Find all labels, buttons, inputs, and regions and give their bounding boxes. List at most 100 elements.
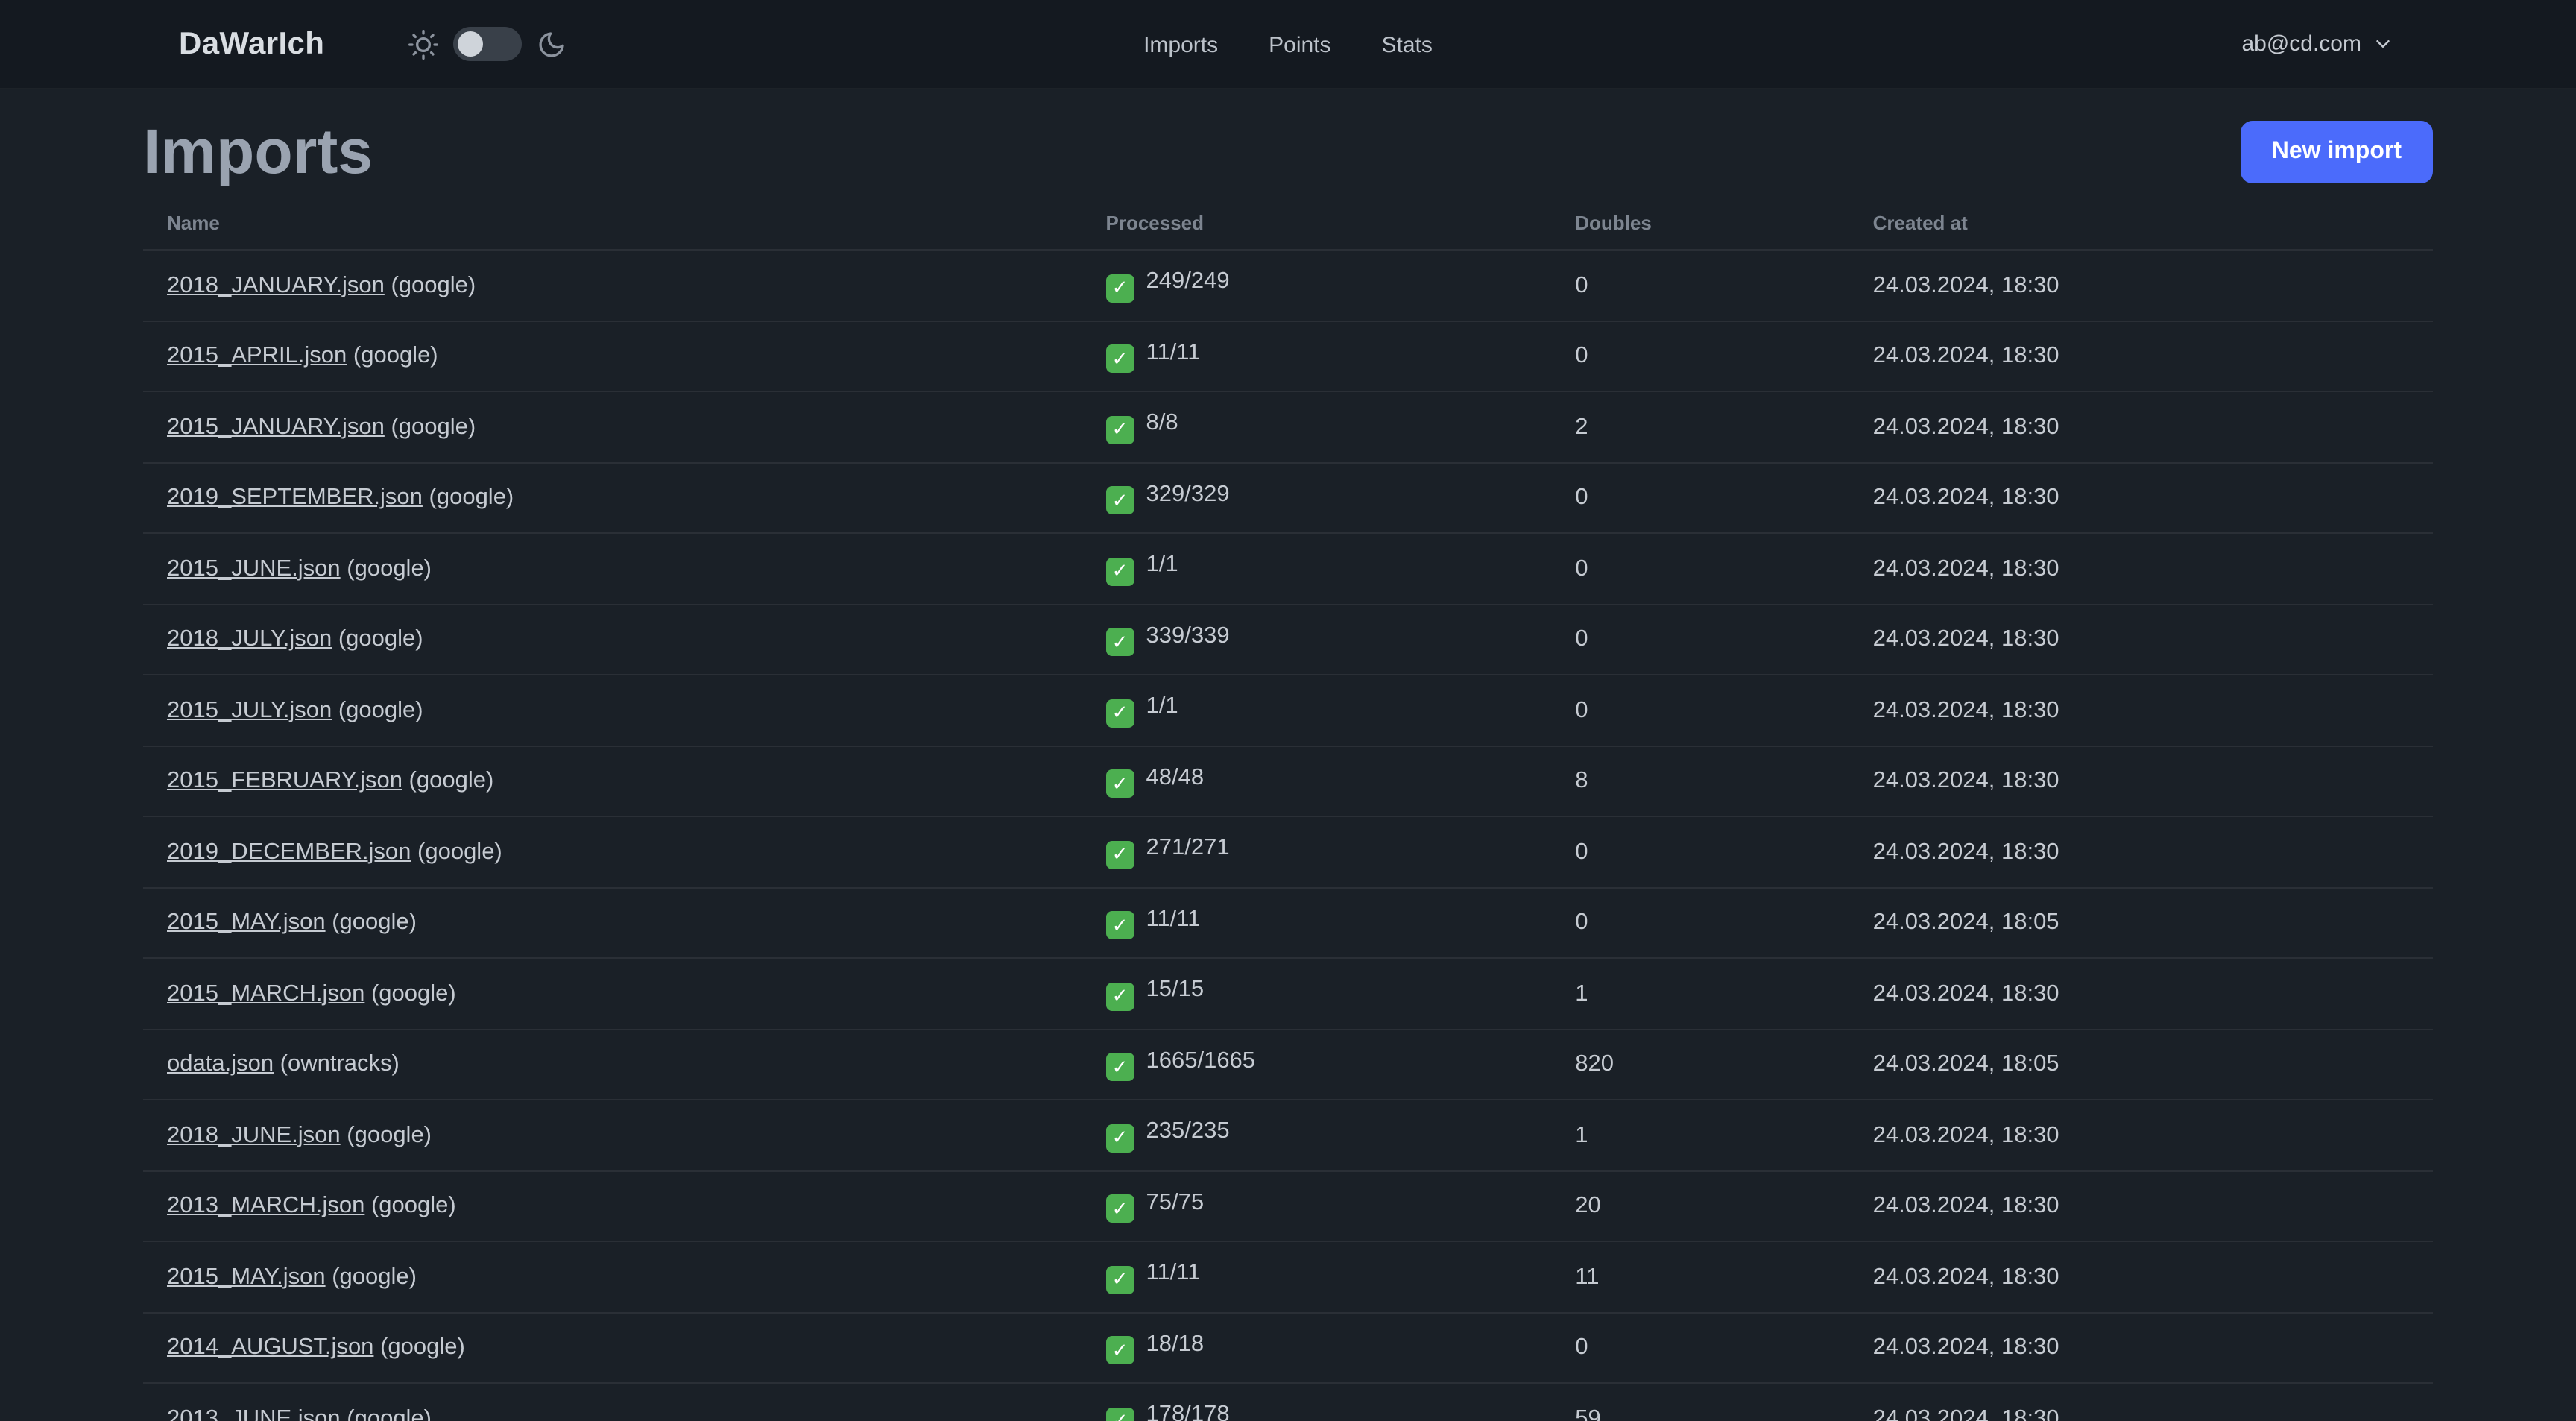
- doubles-count: 0: [1551, 462, 1849, 535]
- header-row: Name Processed Doubles Created at: [143, 194, 2433, 251]
- created-at: 24.03.2024, 18:30: [1849, 1312, 2433, 1384]
- success-check-icon: ✓: [1105, 1265, 1134, 1294]
- import-file-link[interactable]: 2013_MARCH.json: [167, 1193, 364, 1218]
- import-file-link[interactable]: 2015_MAY.json: [167, 1264, 326, 1289]
- processed-cell: ✓ 178/178: [1082, 1383, 1552, 1421]
- created-at: 24.03.2024, 18:30: [1849, 816, 2433, 889]
- navbar-right: ab@cd.com: [2238, 22, 2397, 66]
- import-file-link[interactable]: 2019_SEPTEMBER.json: [167, 485, 423, 510]
- name-cell: 2018_JUNE.json (google): [143, 1100, 1082, 1172]
- import-source: (google): [340, 1405, 432, 1421]
- imports-table-body: 2018_JANUARY.json (google) ✓ 249/249 0 24.03…: [143, 250, 2433, 1421]
- import-file-link[interactable]: 2013_JUNE.json: [167, 1405, 341, 1421]
- created-at: 24.03.2024, 18:30: [1849, 533, 2433, 605]
- table-row: 2018_JUNE.json (google) ✓ 235/235 1 24.03.20…: [143, 1100, 2433, 1172]
- nav-link-stats[interactable]: Stats: [1382, 32, 1433, 57]
- processed-count: 15/15: [1146, 977, 1205, 1003]
- processed-cell: ✓ 8/8: [1082, 391, 1552, 464]
- table-row: 2019_DECEMBER.json (google) ✓ 271/271 0 24.0…: [143, 816, 2433, 889]
- processed-count: 11/11: [1146, 339, 1201, 365]
- import-file-link[interactable]: 2018_JULY.json: [167, 626, 332, 652]
- import-source: (owntracks): [274, 1051, 400, 1077]
- table-row: 2018_JULY.json (google) ✓ 339/339 0 24.03.20…: [143, 604, 2433, 676]
- success-check-icon: ✓: [1105, 840, 1134, 869]
- import-file-link[interactable]: odata.json: [167, 1051, 274, 1077]
- success-check-icon: ✓: [1105, 274, 1134, 303]
- processed-cell: ✓ 1665/1665: [1082, 1029, 1552, 1101]
- theme-toggle-switch[interactable]: [452, 27, 522, 61]
- page-header: Imports New import: [143, 116, 2433, 189]
- import-file-link[interactable]: 2015_APRIL.json: [167, 343, 347, 368]
- moon-icon: [538, 31, 564, 57]
- theme-toggle[interactable]: [408, 27, 566, 61]
- user-menu[interactable]: ab@cd.com: [2238, 22, 2397, 66]
- processed-cell: ✓ 329/329: [1082, 462, 1552, 535]
- doubles-count: 0: [1551, 816, 1849, 889]
- chevron-down-icon: [2376, 40, 2390, 48]
- success-check-icon: ✓: [1105, 486, 1134, 515]
- import-file-link[interactable]: 2015_JANUARY.json: [167, 414, 385, 439]
- name-cell: 2015_MARCH.json (google): [143, 958, 1082, 1030]
- table-row: 2013_JUNE.json (google) ✓ 178/178 59 24.03.2…: [143, 1383, 2433, 1421]
- doubles-count: 59: [1551, 1383, 1849, 1421]
- table-row: 2015_JANUARY.json (google) ✓ 8/8 2 24.03.202…: [143, 391, 2433, 464]
- success-check-icon: ✓: [1105, 1407, 1134, 1421]
- app-viewport: DaWarIch Imports Points Stats ab@cd.com …: [0, 0, 2576, 1421]
- page-title: Imports: [143, 116, 373, 186]
- navbar: DaWarIch Imports Points Stats ab@cd.com: [0, 0, 2576, 89]
- import-file-link[interactable]: 2014_AUGUST.json: [167, 1335, 373, 1360]
- processed-cell: ✓ 249/249: [1082, 250, 1552, 322]
- success-check-icon: ✓: [1105, 557, 1134, 586]
- brand-logo[interactable]: DaWarIch: [179, 26, 324, 62]
- doubles-count: 0: [1551, 887, 1849, 960]
- processed-count: 75/75: [1146, 1189, 1205, 1215]
- created-at: 24.03.2024, 18:30: [1849, 604, 2433, 676]
- processed-cell: ✓ 75/75: [1082, 1170, 1552, 1243]
- table-row: 2015_MAY.json (google) ✓ 11/11 11 24.03.2024…: [143, 1241, 2433, 1314]
- import-file-link[interactable]: 2015_FEBRUARY.json: [167, 768, 402, 793]
- nav-link-imports[interactable]: Imports: [1143, 32, 1218, 57]
- success-check-icon: ✓: [1105, 1124, 1134, 1153]
- table-row: 2014_AUGUST.json (google) ✓ 18/18 0 24.03.20…: [143, 1312, 2433, 1384]
- table-row: odata.json (owntracks) ✓ 1665/1665 820 24.03…: [143, 1029, 2433, 1101]
- processed-cell: ✓ 18/18: [1082, 1312, 1552, 1384]
- processed-count: 271/271: [1146, 835, 1230, 861]
- processed-cell: ✓ 1/1: [1082, 533, 1552, 605]
- processed-count: 11/11: [1146, 906, 1201, 932]
- name-cell: 2019_SEPTEMBER.json (google): [143, 462, 1082, 535]
- sun-icon: [408, 29, 438, 59]
- import-file-link[interactable]: 2015_MARCH.json: [167, 980, 364, 1006]
- import-file-link[interactable]: 2015_JULY.json: [167, 697, 332, 722]
- import-source: (google): [402, 768, 494, 794]
- table-row: 2015_APRIL.json (google) ✓ 11/11 0 24.03.202…: [143, 321, 2433, 393]
- name-cell: 2018_JULY.json (google): [143, 604, 1082, 676]
- import-file-link[interactable]: 2015_JUNE.json: [167, 555, 341, 581]
- toggle-knob: [457, 31, 483, 57]
- name-cell: 2014_AUGUST.json (google): [143, 1312, 1082, 1384]
- success-check-icon: ✓: [1105, 344, 1134, 374]
- imports-table-head: Name Processed Doubles Created at: [143, 194, 2433, 251]
- import-file-link[interactable]: 2019_DECEMBER.json: [167, 839, 411, 864]
- doubles-count: 0: [1551, 1312, 1849, 1384]
- import-source: (google): [332, 626, 423, 652]
- table-row: 2015_JULY.json (google) ✓ 1/1 0 24.03.2024, …: [143, 675, 2433, 747]
- created-at: 24.03.2024, 18:30: [1849, 250, 2433, 322]
- created-at: 24.03.2024, 18:30: [1849, 746, 2433, 818]
- processed-count: 1665/1665: [1146, 1047, 1256, 1074]
- processed-cell: ✓ 235/235: [1082, 1100, 1552, 1172]
- name-cell: 2015_MAY.json (google): [143, 1241, 1082, 1314]
- success-check-icon: ✓: [1105, 1053, 1134, 1082]
- import-file-link[interactable]: 2018_JANUARY.json: [167, 272, 385, 297]
- import-source: (google): [340, 555, 432, 582]
- processed-cell: ✓ 15/15: [1082, 958, 1552, 1030]
- import-file-link[interactable]: 2018_JUNE.json: [167, 1122, 341, 1147]
- import-source: (google): [384, 414, 476, 440]
- new-import-button[interactable]: New import: [2240, 121, 2433, 184]
- processed-count: 11/11: [1146, 1260, 1201, 1286]
- import-file-link[interactable]: 2015_MAY.json: [167, 910, 326, 935]
- nav-link-points[interactable]: Points: [1269, 32, 1330, 57]
- name-cell: 2019_DECEMBER.json (google): [143, 816, 1082, 889]
- processed-cell: ✓ 1/1: [1082, 675, 1552, 747]
- processed-cell: ✓ 271/271: [1082, 816, 1552, 889]
- success-check-icon: ✓: [1105, 1194, 1134, 1223]
